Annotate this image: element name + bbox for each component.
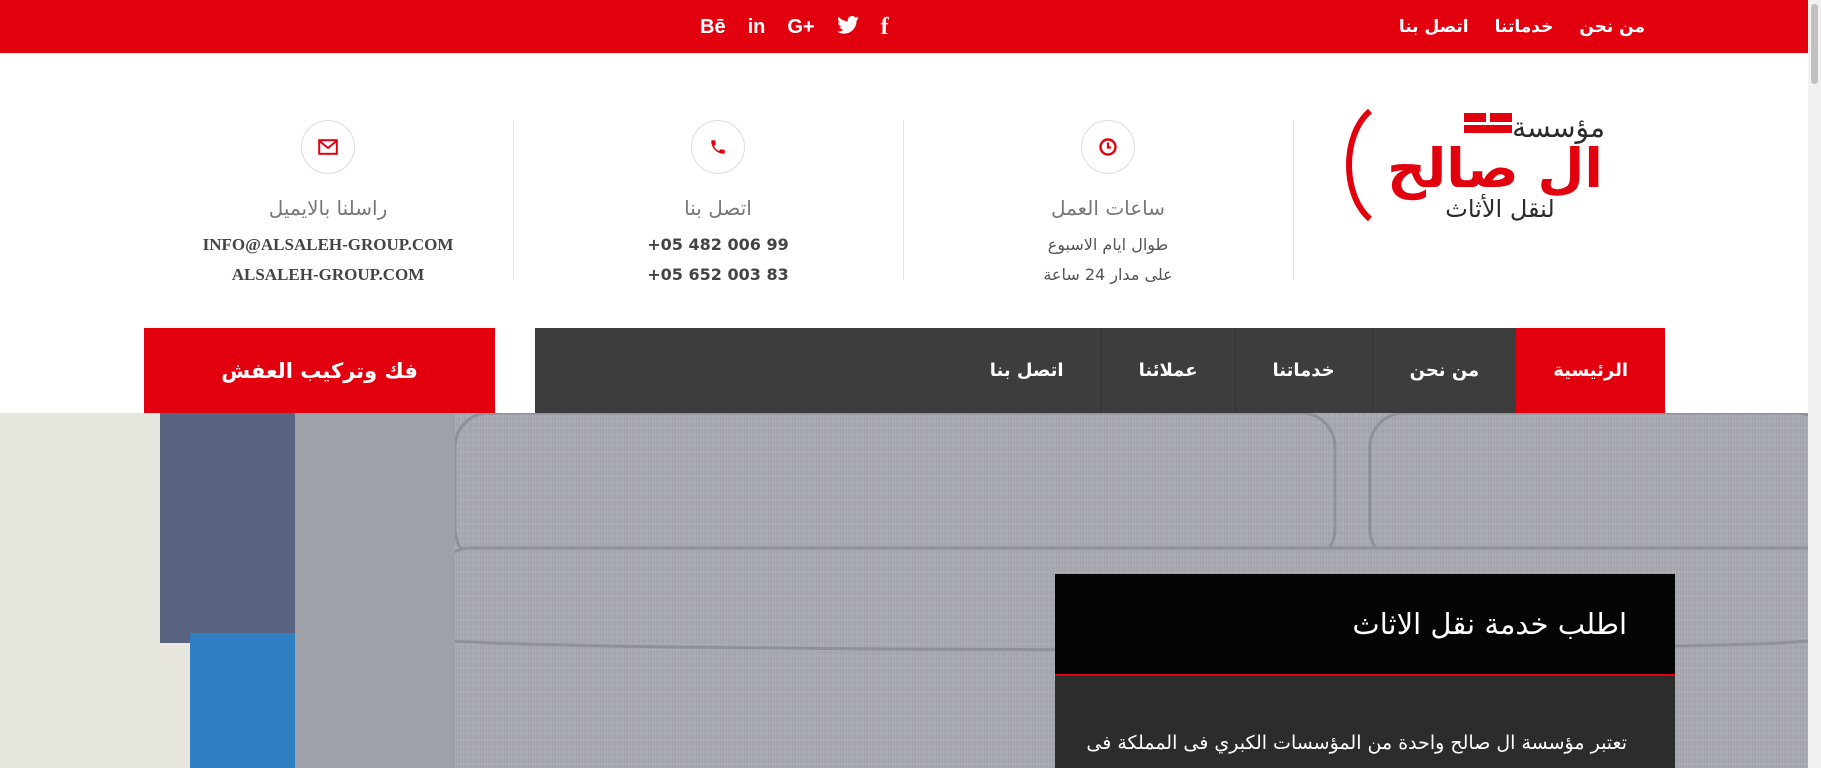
clock-icon: [1081, 120, 1135, 174]
phone-title: اتصل بنا: [684, 196, 752, 220]
website-address[interactable]: ALSALEH-GROUP.COM: [133, 264, 523, 286]
social-links: Bē in G+ f: [700, 0, 889, 53]
email-address[interactable]: INFO@ALSALEH-GROUP.COM: [133, 234, 523, 256]
envelope-icon: [301, 120, 355, 174]
nav-contact[interactable]: اتصل بنا: [953, 328, 1101, 413]
top-nav-contact[interactable]: اتصل بنا: [1399, 17, 1469, 37]
panel-title: اطلب خدمة نقل الاثاث: [1352, 607, 1627, 641]
main-nav: الرئيسية من نحن خدماتنا عملائنا اتصل بنا: [535, 328, 1665, 413]
info-email: راسلنا بالايميل INFO@ALSALEH-GROUP.COM A…: [133, 120, 523, 286]
email-title: راسلنا بالايميل: [268, 196, 388, 220]
page: من نحن خدماتنا اتصل بنا Bē in G+ f مؤسسة…: [0, 0, 1821, 768]
scrollbar[interactable]: [1808, 0, 1821, 768]
scrollbar-thumb[interactable]: [1811, 4, 1818, 84]
cta-button[interactable]: فك وتركيب العفش: [144, 328, 495, 413]
hours-line1: طوال ايام الاسبوع: [1047, 235, 1169, 254]
phone-number-1[interactable]: +05 482 006 99: [523, 234, 913, 256]
nav-clients[interactable]: عملائنا: [1100, 328, 1235, 413]
google-plus-icon[interactable]: G+: [787, 17, 814, 37]
panel-text: تعتبر مؤسسة ال صالح واحدة من المؤسسات ال…: [1086, 732, 1627, 754]
top-nav-about[interactable]: من نحن: [1579, 17, 1645, 37]
nav-home[interactable]: الرئيسية: [1516, 328, 1665, 413]
phone-number-2[interactable]: +05 652 003 83: [523, 264, 913, 286]
company-logo[interactable]: مؤسسة ال صالح لنقل الأثاث: [1340, 105, 1655, 225]
facebook-icon[interactable]: f: [881, 15, 889, 39]
top-bar: من نحن خدماتنا اتصل بنا Bē in G+ f: [0, 0, 1808, 53]
linkedin-icon[interactable]: in: [748, 17, 766, 37]
top-nav: من نحن خدماتنا اتصل بنا: [1399, 0, 1645, 53]
service-panel: اطلب خدمة نقل الاثاث تعتبر مؤسسة ال صالح…: [1055, 574, 1675, 768]
logo-line2: ال صالح: [1387, 137, 1603, 200]
info-contact-phone: اتصل بنا +05 482 006 99 +05 652 003 83: [523, 120, 913, 286]
panel-header: اطلب خدمة نقل الاثاث: [1055, 574, 1675, 676]
nav-about[interactable]: من نحن: [1371, 328, 1517, 413]
logo-line3: لنقل الأثاث: [1445, 194, 1554, 223]
hours-line2: على مدار 24 ساعة: [1043, 265, 1173, 284]
twitter-icon[interactable]: [836, 15, 859, 38]
hours-title: ساعات العمل: [1050, 196, 1166, 220]
top-nav-services[interactable]: خدماتنا: [1495, 17, 1554, 37]
phone-icon: [691, 120, 745, 174]
nav-services[interactable]: خدماتنا: [1234, 328, 1372, 413]
behance-icon[interactable]: Bē: [700, 17, 726, 37]
info-working-hours: ساعات العمل طوال ايام الاسبوع على مدار 2…: [913, 120, 1303, 286]
